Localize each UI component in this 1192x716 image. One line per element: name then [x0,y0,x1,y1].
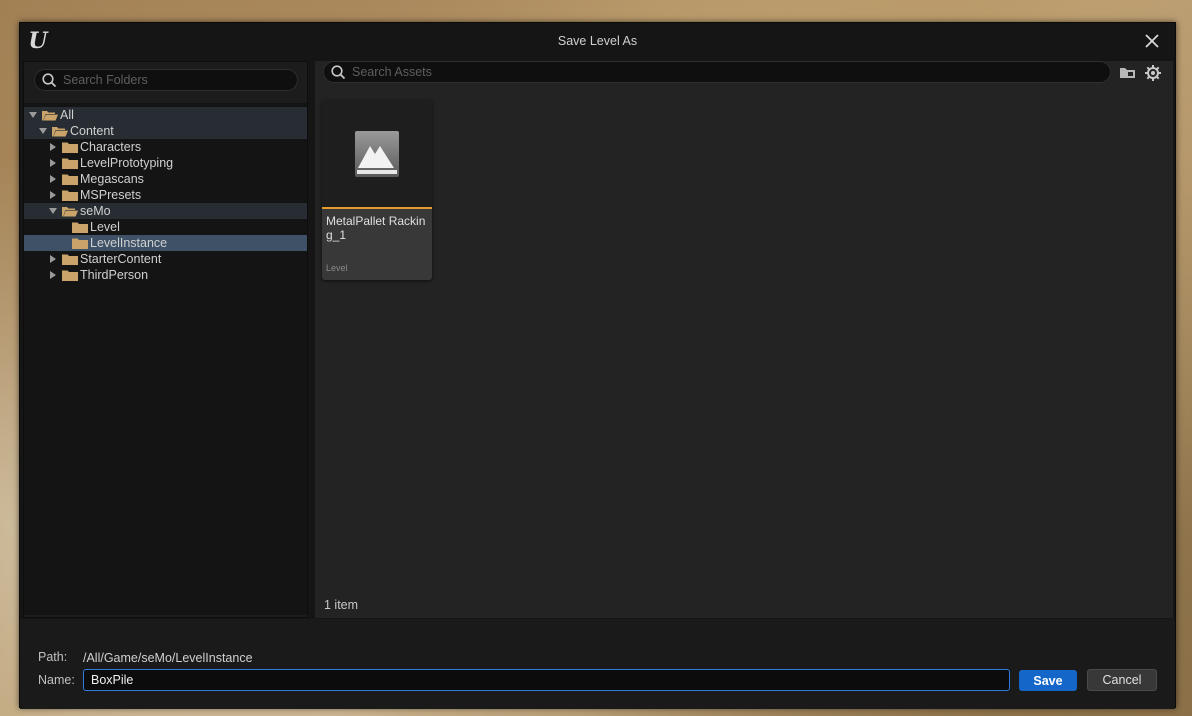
folder-label: Level [90,220,120,234]
name-field[interactable] [83,669,1010,691]
folder-label: All [60,108,74,122]
folder-label: LevelInstance [90,236,168,250]
folder-tree: All Content Characters LevelPrototyping Mega… [24,103,307,615]
asset-thumbnail [322,100,432,208]
folder-label: ThirdPerson [80,268,149,282]
folder-open-icon [52,126,68,137]
folder-label: Megascans [80,172,144,186]
search-icon [331,64,346,79]
folder-search[interactable] [34,69,298,91]
folder-item-levelprototyping[interactable]: LevelPrototyping [24,155,307,171]
folder-search-input[interactable] [63,73,297,87]
folder-label: StarterContent [80,252,162,266]
title-bar: U Save Level As [20,23,1175,59]
folder-item-startercontent[interactable]: StarterContent [24,251,307,267]
folder-icon [62,254,78,265]
folder-item-megascans[interactable]: Megascans [24,171,307,187]
folder-icon [72,222,88,233]
save-level-dialog: U Save Level As All Content Characters Leve… [19,22,1176,709]
caret-right-icon[interactable] [48,174,58,184]
close-icon[interactable] [1143,32,1161,50]
caret-down-icon[interactable] [48,206,58,216]
item-count: 1 item [324,598,359,612]
save-button[interactable]: Save [1019,670,1077,691]
asset-tile[interactable]: MetalPallet Racking_1 Level [322,100,432,280]
name-label: Name: [38,673,75,687]
folder-label: seMo [80,204,111,218]
asset-search[interactable] [323,61,1111,83]
caret-right-icon[interactable] [48,142,58,152]
folder-icon [62,142,78,153]
folder-label: Characters [80,140,142,154]
asset-search-input[interactable] [352,65,1060,79]
folder-item-levelinstance[interactable]: LevelInstance [24,235,307,251]
asset-type-label: Level [326,263,348,273]
caret-right-icon[interactable] [48,190,58,200]
cancel-button[interactable]: Cancel [1087,669,1157,691]
window-title: Save Level As [557,34,638,48]
path-label: Path: [38,650,68,664]
folder-label: Content [70,124,114,138]
caret-down-icon[interactable] [28,110,38,120]
folder-icon [62,270,78,281]
folder-item-characters[interactable]: Characters [24,139,307,155]
folder-item-all[interactable]: All [24,107,307,123]
folder-icon [62,174,78,185]
caret-right-icon[interactable] [48,158,58,168]
folder-open-icon [62,206,78,217]
caret-down-icon[interactable] [38,126,48,136]
level-asset-icon [355,131,399,177]
path-value: /All/Game/seMo/LevelInstance [83,651,253,665]
save-footer: Path: /All/Game/seMo/LevelInstance Name:… [20,619,1175,709]
folder-item-mspresets[interactable]: MSPresets [24,187,307,203]
folder-view-icon[interactable] [1119,65,1137,81]
folder-item-level[interactable]: Level [24,219,307,235]
caret-right-icon[interactable] [48,270,58,280]
folder-label: LevelPrototyping [80,156,174,170]
folder-open-icon [42,110,58,121]
folder-icon [72,238,88,249]
asset-name: MetalPallet Racking_1 [326,214,426,242]
folder-icon [62,158,78,169]
folder-icon [62,190,78,201]
search-icon [42,72,57,87]
folder-label: MSPresets [80,188,142,202]
asset-type-underline [322,207,432,209]
folder-panel: All Content Characters LevelPrototyping Mega… [23,61,308,618]
caret-right-icon[interactable] [48,254,58,264]
settings-gear-icon[interactable] [1144,64,1162,81]
folder-item-semo[interactable]: seMo [24,203,307,219]
asset-panel: MetalPallet Racking_1 Level 1 item [315,61,1173,618]
folder-item-thirdperson[interactable]: ThirdPerson [24,267,307,283]
folder-item-content[interactable]: Content [24,123,307,139]
